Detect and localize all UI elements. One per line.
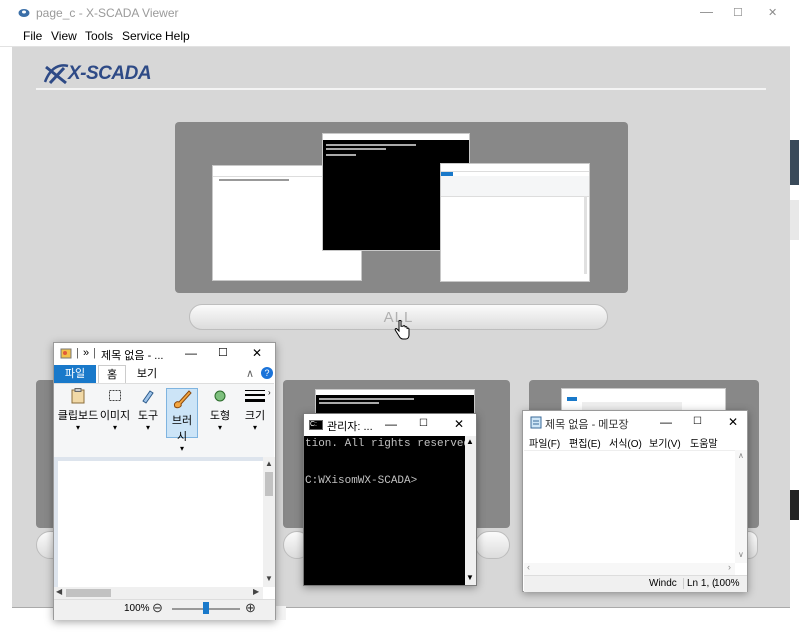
zoom-slider-thumb[interactable] [203, 602, 209, 614]
background-window-edge [790, 140, 799, 185]
minimize-button[interactable]: — [700, 4, 713, 19]
cmd-minimize-button[interactable]: — [385, 417, 397, 431]
notepad-menu-help[interactable]: 도움말 [690, 435, 718, 450]
notepad-menu-view[interactable]: 보기(V) [649, 435, 681, 450]
paint-app-icon [60, 348, 72, 359]
notepad-close-button[interactable]: ✕ [728, 415, 738, 429]
paint-quick-access[interactable]: » [83, 347, 89, 359]
notepad-status-encoding: Windc [649, 578, 677, 589]
notepad-text-area[interactable] [524, 450, 735, 564]
right-edge [790, 0, 799, 633]
zoom-level: 100% [124, 603, 150, 614]
background-window-edge-3 [790, 490, 799, 520]
notepad-scroll-down-icon[interactable]: ∨ [738, 550, 744, 559]
ribbon-tools[interactable]: 도구 ▾ [134, 388, 162, 432]
paint-separator: | [76, 347, 79, 359]
notepad-status-position: Ln 1, ( [683, 578, 715, 589]
thumb-paint-small [561, 388, 726, 412]
menu-help[interactable]: Help [165, 29, 190, 43]
paint-close-button[interactable]: ✕ [252, 346, 262, 360]
zoom-out-icon[interactable]: ⊖ [152, 600, 163, 616]
logo-swoosh-icon [43, 64, 69, 85]
zoom-in-icon[interactable]: ⊕ [245, 600, 256, 616]
ribbon-brush[interactable]: 브러시 ▾ [166, 388, 198, 453]
hand-cursor-icon [394, 320, 410, 340]
notepad-maximize-button[interactable]: ☐ [693, 416, 702, 427]
paint-tab-home[interactable]: 홈 [98, 365, 126, 383]
ribbon-image-label: 이미지 [99, 410, 131, 422]
shapes-icon [214, 390, 226, 402]
paint-tab-file[interactable]: 파일 [54, 365, 96, 383]
scroll-left-icon[interactable]: ◀ [56, 587, 62, 596]
paint-separator-2: | [93, 347, 96, 359]
menu-file[interactable]: File [23, 29, 42, 43]
notepad-vscrollbar[interactable] [735, 450, 747, 563]
cmd-app-icon: C: [309, 420, 323, 430]
ribbon-clipboard-label: 클립보드 [57, 410, 99, 422]
thumb-paint-window [440, 163, 590, 282]
scroll-up-icon[interactable]: ▲ [265, 459, 273, 468]
paint-canvas[interactable] [58, 461, 263, 587]
window-title: page_c - X-SCADA Viewer [36, 6, 179, 20]
header-divider [36, 88, 766, 90]
cmd-maximize-button[interactable]: ☐ [419, 418, 428, 429]
notepad-scroll-up-icon[interactable]: ∧ [738, 451, 744, 460]
xscada-logo: X-SCADA [42, 60, 182, 88]
notepad-status-zoom: 100% [714, 578, 740, 589]
ribbon-more-icon[interactable]: › [268, 388, 271, 397]
ribbon-size[interactable]: 크기 ▾ [240, 388, 270, 432]
paint-title: 제목 없음 - ... [101, 350, 164, 362]
cmd-title: 관리자: ... [327, 421, 373, 433]
paint-status-bar [54, 599, 275, 620]
logo-text: X-SCADA [68, 63, 152, 84]
scroll-right-icon[interactable]: ▶ [253, 587, 259, 596]
ribbon-image[interactable]: 이미지 ▾ [99, 388, 131, 432]
ribbon-brush-label: 브러시 [171, 415, 193, 443]
clipboard-icon [71, 388, 85, 404]
panel-2-button-right[interactable] [475, 531, 510, 559]
ribbon-shapes-label: 도형 [209, 410, 231, 422]
menu-bar [0, 26, 790, 47]
maximize-button[interactable]: ☐ [733, 6, 743, 19]
ribbon-size-label: 크기 [244, 410, 266, 422]
ribbon-shapes[interactable]: 도형 ▾ [204, 388, 236, 432]
notepad-minimize-button[interactable]: — [660, 415, 672, 429]
ribbon-clipboard[interactable]: 클립보드 ▾ [57, 388, 99, 432]
tools-icon [142, 390, 154, 404]
cmd-output-line-1: tion. All rights reserved. [305, 438, 465, 450]
notepad-menu-edit[interactable]: 편집(E) [569, 435, 601, 450]
menu-tools[interactable]: Tools [85, 29, 113, 43]
ribbon-tools-label: 도구 [137, 410, 159, 422]
cmd-prompt[interactable]: C:WXisomWX-SCADA> [305, 475, 465, 487]
notepad-scroll-right-icon[interactable]: › [728, 562, 731, 572]
thumb-cmd-small [315, 389, 475, 414]
background-window-edge-2 [790, 200, 799, 240]
help-icon[interactable]: ? [261, 367, 273, 379]
scroll-down-icon[interactable]: ▼ [265, 574, 273, 583]
menu-service[interactable]: Service [122, 29, 162, 43]
notepad-hscrollbar[interactable] [524, 563, 735, 575]
ribbon-collapse-icon[interactable]: ∧ [246, 367, 254, 380]
size-icon [245, 390, 265, 402]
notepad-menu-format[interactable]: 서식(O) [609, 435, 642, 450]
paint-maximize-button[interactable]: ☐ [218, 346, 228, 359]
notepad-scroll-left-icon[interactable]: ‹ [527, 562, 530, 572]
brush-icon [174, 390, 192, 409]
app-icon [18, 9, 30, 17]
cmd-scrollbar[interactable] [465, 436, 476, 585]
notepad-title: 제목 없음 - 메모장 [545, 419, 629, 431]
notepad-menu-file[interactable]: 파일(F) [529, 435, 560, 450]
title-bar: page_c - X-SCADA Viewer [0, 0, 790, 26]
paint-tab-view[interactable]: 보기 [130, 365, 164, 383]
close-button[interactable]: ✕ [768, 6, 777, 19]
paint-vscroll-thumb[interactable] [265, 472, 273, 496]
cmd-scroll-up-icon[interactable]: ▲ [466, 437, 474, 446]
notepad-app-icon [530, 416, 542, 429]
select-icon [109, 390, 121, 401]
cmd-close-button[interactable]: ✕ [454, 417, 464, 431]
paint-minimize-button[interactable]: — [185, 346, 197, 360]
menu-view[interactable]: View [51, 29, 77, 43]
paint-hscroll-thumb[interactable] [66, 589, 111, 597]
cmd-scroll-down-icon[interactable]: ▼ [466, 573, 474, 582]
